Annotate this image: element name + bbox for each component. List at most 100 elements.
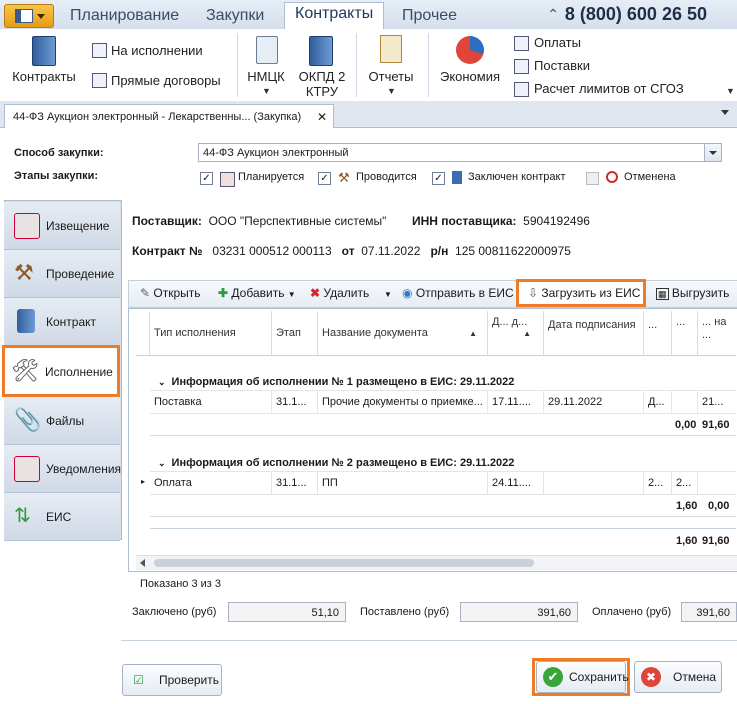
rs-label: р/н (430, 244, 449, 258)
save-label: Сохранить (569, 670, 629, 684)
summary-value: 91,60 (702, 419, 730, 431)
stages-label: Этапы закупки: (14, 170, 99, 182)
stage-contract-label: Заключен контракт (468, 171, 566, 183)
check-circle-icon: ✔ (543, 667, 563, 687)
nav-label: Уведомления (46, 462, 122, 476)
cell-extra-1: 2... (644, 472, 672, 494)
add-button[interactable]: ✚ Добавить ▼ (218, 286, 296, 300)
method-combobox[interactable]: 44-ФЗ Аукцион электронный (198, 143, 722, 162)
cell-doc-date: 17.11.... (488, 391, 544, 413)
group-header-1[interactable]: ⌄ Информация об исполнении № 1 размещено … (158, 376, 514, 388)
support-phone: 8 (800) 600 26 50 (564, 4, 707, 24)
scroll-left-icon[interactable] (140, 559, 145, 567)
economy-button[interactable]: Экономия (436, 69, 504, 84)
col-document-name[interactable]: Название документа ▲ (318, 311, 488, 355)
tab-list-dropdown-icon[interactable] (721, 110, 729, 115)
cancel-circle-icon (606, 171, 618, 183)
chevron-down-icon[interactable]: ▼ (384, 290, 392, 299)
col-document-name-label: Название документа (322, 327, 428, 339)
contract-date: 07.11.2022 (361, 244, 421, 258)
nav-label: ЕИС (46, 510, 72, 524)
inn-row: ИНН поставщика: 5904192496 (412, 214, 590, 228)
nav-item-notifications[interactable]: Уведомления (4, 445, 122, 493)
inn-label: ИНН поставщика: (412, 214, 517, 228)
globe-icon: ◉ (402, 286, 413, 300)
payments-button[interactable]: Оплаты (534, 35, 581, 50)
inn-value: 5904192496 (523, 214, 590, 228)
gavel-icon: ⚒ (14, 260, 34, 285)
paid-field[interactable]: 391,60 (681, 602, 737, 622)
book-icon (452, 171, 462, 184)
tab-other[interactable]: Прочее (392, 5, 467, 29)
close-icon[interactable]: ✕ (317, 105, 327, 129)
nav-item-contract[interactable]: Контракт (4, 298, 120, 346)
send-eis-label: Отправить в ЕИС (415, 286, 514, 300)
scrollbar-thumb[interactable] (154, 559, 534, 567)
open-button[interactable]: ✎ Открыть (140, 286, 201, 300)
limits-button[interactable]: Расчет лимитов от СГОЗ (534, 81, 684, 96)
col-doc-date[interactable]: Д... д... ▲ (488, 311, 544, 355)
stage-planned-checkbox[interactable]: ✓ (200, 172, 213, 185)
table-row[interactable]: Поставка 31.1... Прочие документы о прие… (150, 390, 736, 414)
okpd-button[interactable]: ОКПД 2 КТРУ (296, 69, 348, 99)
col-extra-3[interactable]: ... на ... (698, 311, 736, 355)
contracts-button[interactable]: Контракты (8, 69, 80, 84)
nav-label: Проведение (46, 267, 115, 281)
app-menu-button[interactable] (4, 4, 54, 28)
in-execution-button[interactable]: На исполнении (111, 43, 203, 58)
nav-label: Файлы (46, 414, 85, 428)
check-button[interactable]: ☑ Проверить (122, 664, 222, 696)
stage-cancelled-label: Отменена (624, 171, 676, 183)
chevron-down-icon[interactable] (704, 144, 721, 161)
cancel-button[interactable]: ✖ Отмена (634, 661, 722, 693)
add-label: Добавить (231, 286, 285, 300)
delete-button[interactable]: ✖ Удалить (310, 286, 369, 300)
load-eis-button[interactable]: ⇩ Загрузить из ЕИС (528, 286, 640, 300)
col-sign-date[interactable]: Дата подписания (544, 311, 644, 355)
deliveries-button[interactable]: Поставки (534, 58, 590, 73)
tab-purchases[interactable]: Закупки (196, 5, 274, 29)
nav-item-conduct[interactable]: ⚒ Проведение (4, 250, 120, 298)
chevron-down-icon: ▼ (287, 290, 296, 299)
payments-icon (514, 36, 529, 51)
nav-label: Контракт (46, 315, 97, 329)
nav-item-files[interactable]: 📎 Файлы (4, 397, 120, 445)
stage-running-checkbox[interactable]: ✓ (318, 172, 331, 185)
col-stage[interactable]: Этап (272, 311, 318, 355)
group-header-1-label: Информация об исполнении № 1 размещено в… (171, 376, 515, 388)
collapse-ribbon-icon[interactable]: ⌃ (547, 6, 559, 23)
tab-planning[interactable]: Планирование (60, 5, 189, 29)
col-execution-type[interactable]: Тип исполнения (150, 311, 272, 355)
nmck-button[interactable]: НМЦК (246, 69, 286, 84)
chevron-down-icon: ▼ (387, 86, 396, 96)
nav-item-execution[interactable]: 🛠 Исполнение (2, 345, 120, 397)
document-tab[interactable]: 44-ФЗ Аукцион электронный - Лекарственны… (4, 104, 334, 128)
save-button[interactable]: ✔ Сохранить (536, 661, 629, 693)
stage-contract-checkbox[interactable]: ✓ (432, 172, 445, 185)
delivered-field[interactable]: 391,60 (460, 602, 578, 622)
stage-cancelled-checkbox[interactable] (586, 172, 599, 185)
nav-item-eis[interactable]: ⇅ ЕИС (4, 493, 120, 541)
expand-icon: ⌄ (158, 458, 166, 468)
concluded-field[interactable]: 51,10 (228, 602, 346, 622)
calculator-icon (256, 36, 278, 64)
export-button[interactable]: ▦ Выгрузить (656, 286, 729, 300)
horizontal-scrollbar[interactable] (136, 555, 737, 570)
gavel-icon: ⚒ (338, 170, 350, 185)
col-extra-2[interactable]: ... (672, 311, 698, 355)
col-extra-1[interactable]: ... (644, 311, 672, 355)
expand-icon: ⌄ (158, 377, 166, 387)
nav-item-notice[interactable]: Извещение (4, 202, 120, 250)
cell-extra-1: Д... (644, 391, 672, 413)
summary-value: 0,00 (675, 419, 697, 431)
direct-contracts-button[interactable]: Прямые договоры (111, 73, 221, 88)
send-eis-button[interactable]: ◉ Отправить в ЕИС (402, 286, 514, 300)
chevron-down-icon (37, 14, 45, 19)
group-header-2[interactable]: ⌄ Информация об исполнении № 2 размещено … (158, 457, 514, 469)
table-row[interactable]: Оплата 31.1... ПП 24.11.... 2... 2... (150, 471, 736, 495)
ribbon-more-icon[interactable]: ▼ (726, 86, 735, 96)
tab-contracts[interactable]: Контракты (284, 2, 385, 30)
reports-button[interactable]: Отчеты (364, 69, 418, 84)
bar-chart-icon (514, 82, 529, 97)
ribbon-separator (356, 33, 357, 97)
